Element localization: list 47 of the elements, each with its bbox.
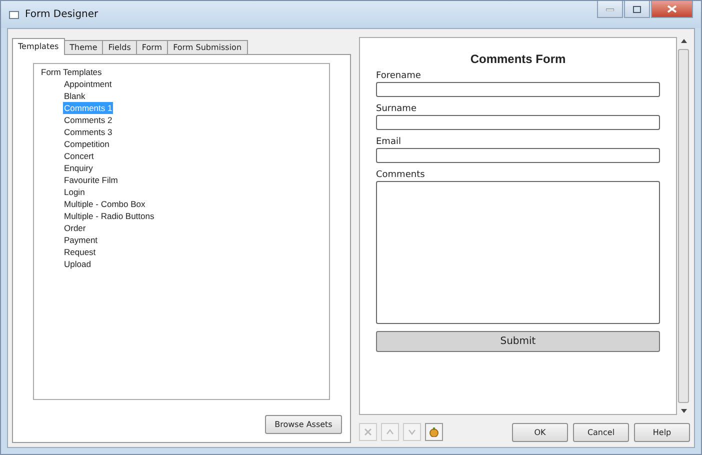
tab[interactable]: Form Submission [167,40,248,54]
tree-item[interactable]: Comments 3 [63,126,114,138]
close-button[interactable] [651,1,693,18]
tree-item[interactable]: Upload [63,258,92,270]
submit-button[interactable]: Submit [376,331,660,352]
tree-item[interactable]: Blank [63,90,86,102]
field-label: Forename [376,71,421,81]
input-field[interactable] [376,148,660,163]
browse-assets-button[interactable]: Browse Assets [265,415,342,434]
tree-item[interactable]: Request [63,246,97,258]
tree-item[interactable]: Order [63,222,87,234]
tab[interactable]: Form [136,40,168,54]
maximize-button[interactable] [624,1,650,18]
text-area[interactable] [376,181,660,324]
tree-item[interactable]: Comments 2 [63,114,114,126]
app-icon [9,10,19,18]
dialog-button[interactable]: OK [512,422,568,442]
tab[interactable]: Fields [102,40,137,54]
dialog-button[interactable]: Cancel [573,422,629,442]
tree-item[interactable]: Login [63,186,86,198]
up-arrow-icon[interactable] [680,39,686,43]
tree-item[interactable]: Appointment [63,78,113,90]
delete-icon [363,427,373,437]
down-arrow-icon[interactable] [680,409,686,413]
tree-item[interactable]: Form Templates [40,66,103,78]
tree-item[interactable]: Multiple - Combo Box [63,198,146,210]
tool-button[interactable] [425,423,443,441]
tree-item[interactable]: Enquiry [63,162,94,174]
tree-item[interactable]: Multiple - Radio Buttons [63,210,156,222]
tree-item[interactable]: Payment [63,234,99,246]
input-field[interactable] [376,82,660,97]
tree-item[interactable]: Favourite Film [63,174,119,186]
maximize-icon [633,6,641,12]
field-label: Surname [376,104,416,114]
form-title: Comments Form [469,52,567,66]
pumpkin-icon [429,427,439,437]
dialog-button[interactable]: Help [634,422,690,442]
tree-item[interactable]: Competition [63,138,110,150]
tree-item[interactable]: Concert [63,150,95,162]
input-field[interactable] [376,115,660,130]
minimize-icon [606,7,614,11]
window-title: Form Designer [25,9,98,20]
tab[interactable]: Theme [64,40,104,54]
field-label: Comments [376,170,425,180]
tab[interactable]: Templates [12,38,65,55]
field-label: Email [376,137,401,147]
close-icon [667,5,677,13]
